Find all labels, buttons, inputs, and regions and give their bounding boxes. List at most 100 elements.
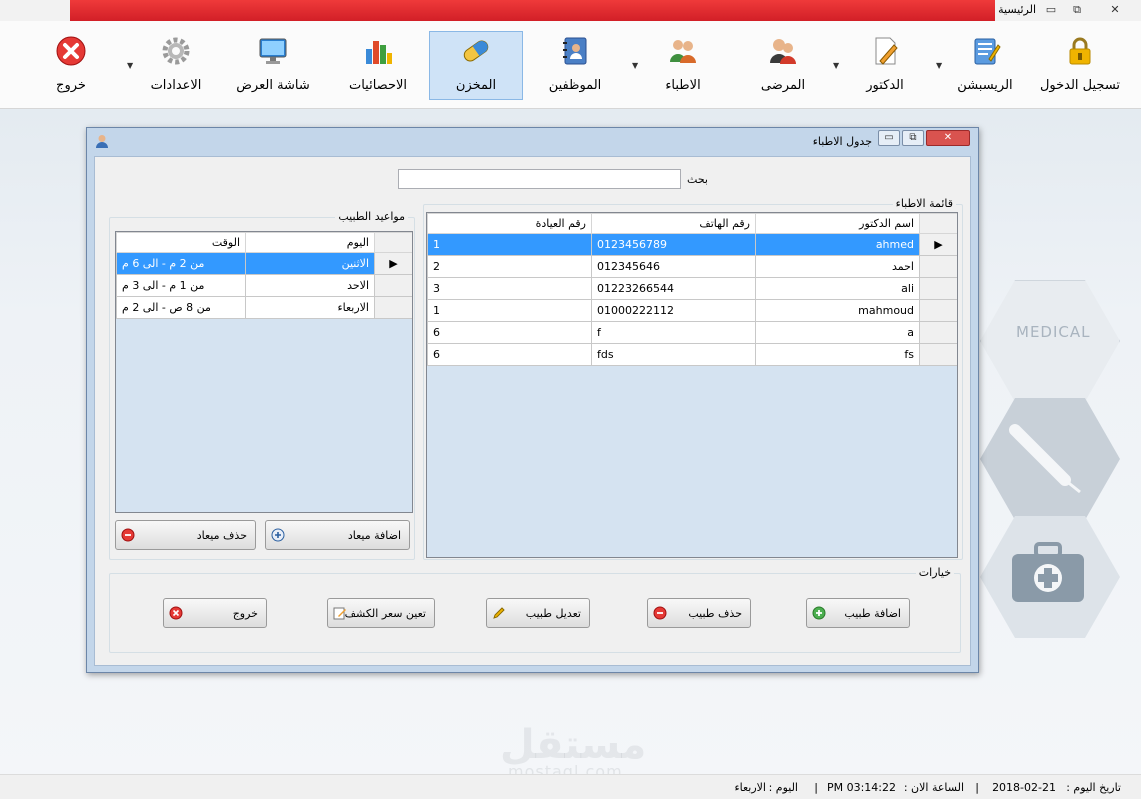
ribbon-doctors[interactable]: الاطباء [648, 32, 718, 100]
doctor-name-cell[interactable]: a [755, 321, 920, 344]
ribbon-employees[interactable]: الموظفين [540, 32, 610, 100]
row-header[interactable] [919, 343, 957, 366]
table-row[interactable]: الاربعاء من 8 ص - الى 2 م [116, 296, 412, 319]
pencil-icon [493, 607, 505, 619]
dialog-restore-icon[interactable]: ⧉ [902, 130, 924, 146]
appointment-time-cell[interactable]: من 8 ص - الى 2 م [116, 296, 246, 319]
people-icon [770, 39, 796, 64]
doctors-table-dialog: جدول الاطباء ▭ ⧉ ✕ بحث قائمة الاطباء اسم… [86, 127, 979, 673]
ribbon-settings-label: الاعدادات [150, 78, 202, 93]
exit-button[interactable]: خروج [163, 598, 267, 628]
doctor-name-cell[interactable]: ahmed [755, 233, 920, 256]
close-icon[interactable]: ✕ [1104, 2, 1126, 17]
ribbon-inventory[interactable]: المخزن [429, 31, 523, 100]
doctor-phone-cell[interactable]: fds [591, 343, 756, 366]
column-header-day[interactable]: اليوم [245, 232, 375, 253]
ribbon-login[interactable]: تسجيل الدخول [1036, 32, 1124, 100]
table-row[interactable]: احمد 012345646 2 [427, 255, 957, 278]
add-doctor-button[interactable]: اضافة طبيب [806, 598, 910, 628]
restore-icon[interactable]: ⧉ [1066, 2, 1088, 17]
minus-circle-icon [121, 528, 135, 542]
appointment-time-cell[interactable]: من 2 م - الى 6 م [116, 252, 246, 275]
doctor-phone-cell[interactable]: 0123456789 [591, 233, 756, 256]
doctor-phone-cell[interactable]: 01223266544 [591, 277, 756, 300]
row-header[interactable] [919, 321, 957, 344]
ribbon-reception-label: الريسبشن [957, 78, 1013, 93]
ribbon-statistics[interactable]: الاحصائيات [340, 32, 416, 100]
ribbon-exit[interactable]: خروج [40, 32, 102, 100]
close-circle-icon [169, 606, 183, 620]
doctor-phone-cell[interactable]: 012345646 [591, 255, 756, 278]
row-header[interactable] [374, 274, 412, 297]
delete-doctor-button[interactable]: حذف طبيب [647, 598, 751, 628]
row-header[interactable] [919, 255, 957, 278]
close-circle-icon [56, 36, 86, 66]
set-price-button[interactable]: تعين سعر الكشف [327, 598, 435, 628]
ribbon-settings[interactable]: الاعدادات [140, 32, 212, 100]
doctors-grid[interactable]: اسم الدكتور رقم الهاتف رقم العيادة ▶ ahm… [426, 212, 958, 558]
doctor-clinic-cell[interactable]: 1 [427, 299, 592, 322]
address-book-icon [563, 37, 587, 65]
column-header-name[interactable]: اسم الدكتور [755, 213, 920, 234]
doctor-name-cell[interactable]: احمد [755, 255, 920, 278]
background-medical-text: MEDICAL [1016, 323, 1091, 341]
lock-icon [1069, 37, 1091, 65]
chevron-down-icon[interactable]: ▼ [936, 61, 942, 70]
doctor-clinic-cell[interactable]: 6 [427, 343, 592, 366]
doctor-clinic-cell[interactable]: 6 [427, 321, 592, 344]
table-row[interactable]: ▶ ahmed 0123456789 1 [427, 233, 957, 256]
table-row[interactable]: ali 01223266544 3 [427, 277, 957, 300]
doctor-clinic-cell[interactable]: 1 [427, 233, 592, 256]
appointment-day-cell[interactable]: الاربعاء [245, 296, 375, 319]
column-header-phone[interactable]: رقم الهاتف [591, 213, 756, 234]
background-hexagon [980, 280, 1120, 402]
table-row[interactable]: الاحد من 1 م - الى 3 م [116, 274, 412, 297]
appointment-day-cell[interactable]: الاثنين [245, 252, 375, 275]
dialog-close-icon[interactable]: ✕ [926, 130, 970, 146]
minimize-icon[interactable]: ▭ [1040, 2, 1062, 17]
table-row[interactable]: ▶ الاثنين من 2 م - الى 6 م [116, 252, 412, 275]
appointments-grid[interactable]: اليوم الوقت ▶ الاثنين من 2 م - الى 6 م ا… [115, 231, 413, 513]
dialog-minimize-icon[interactable]: ▭ [878, 130, 900, 146]
title-bar-banner [70, 0, 995, 21]
doctor-clinic-cell[interactable]: 2 [427, 255, 592, 278]
appointment-day-cell[interactable]: الاحد [245, 274, 375, 297]
table-row[interactable]: a f 6 [427, 321, 957, 344]
row-pointer-icon: ▶ [919, 233, 957, 256]
doctor-name-cell[interactable]: mahmoud [755, 299, 920, 322]
dialog-title: جدول الاطباء [812, 135, 872, 148]
row-header[interactable] [919, 277, 957, 300]
appointment-time-cell[interactable]: من 1 م - الى 3 م [116, 274, 246, 297]
options-group: خيارات اضافة طبيب حذف طبيب تعديل طبيب تع… [109, 566, 961, 653]
doctors-grid-header: اسم الدكتور رقم الهاتف رقم العيادة [427, 213, 957, 234]
delete-appointment-button[interactable]: حذف ميعاد [115, 520, 256, 550]
search-input[interactable] [398, 169, 681, 189]
table-row[interactable]: mahmoud 01000222112 1 [427, 299, 957, 322]
doctor-name-cell[interactable]: ali [755, 277, 920, 300]
ribbon-display-screen[interactable]: شاشة العرض [232, 32, 314, 100]
ribbon-patients[interactable]: المرضى [748, 32, 818, 100]
table-row[interactable]: fs fds 6 [427, 343, 957, 366]
chevron-down-icon[interactable]: ▼ [127, 61, 133, 70]
minus-circle-icon [653, 606, 667, 620]
ribbon-patients-label: المرضى [760, 78, 806, 93]
doctor-phone-cell[interactable]: 01000222112 [591, 299, 756, 322]
edit-doctor-button[interactable]: تعديل طبيب [486, 598, 590, 628]
status-separator: | [975, 781, 979, 794]
row-header[interactable] [919, 299, 957, 322]
doctor-clinic-cell[interactable]: 3 [427, 277, 592, 300]
notepad-pencil-icon [974, 38, 1001, 65]
row-header[interactable] [374, 296, 412, 319]
ribbon-doctor[interactable]: الدكتور [850, 32, 920, 100]
chevron-down-icon[interactable]: ▼ [632, 61, 638, 70]
column-header-clinic[interactable]: رقم العيادة [427, 213, 592, 234]
ribbon-doctor-label: الدكتور [866, 78, 904, 93]
column-header-time[interactable]: الوقت [116, 232, 246, 253]
doctor-name-cell[interactable]: fs [755, 343, 920, 366]
ribbon-reception[interactable]: الريسبشن [950, 32, 1020, 100]
delete-doctor-label: حذف طبيب [688, 607, 742, 620]
appointments-grid-header: اليوم الوقت [116, 232, 412, 253]
add-appointment-button[interactable]: اضافة ميعاد [265, 520, 410, 550]
doctor-phone-cell[interactable]: f [591, 321, 756, 344]
chevron-down-icon[interactable]: ▼ [833, 61, 839, 70]
